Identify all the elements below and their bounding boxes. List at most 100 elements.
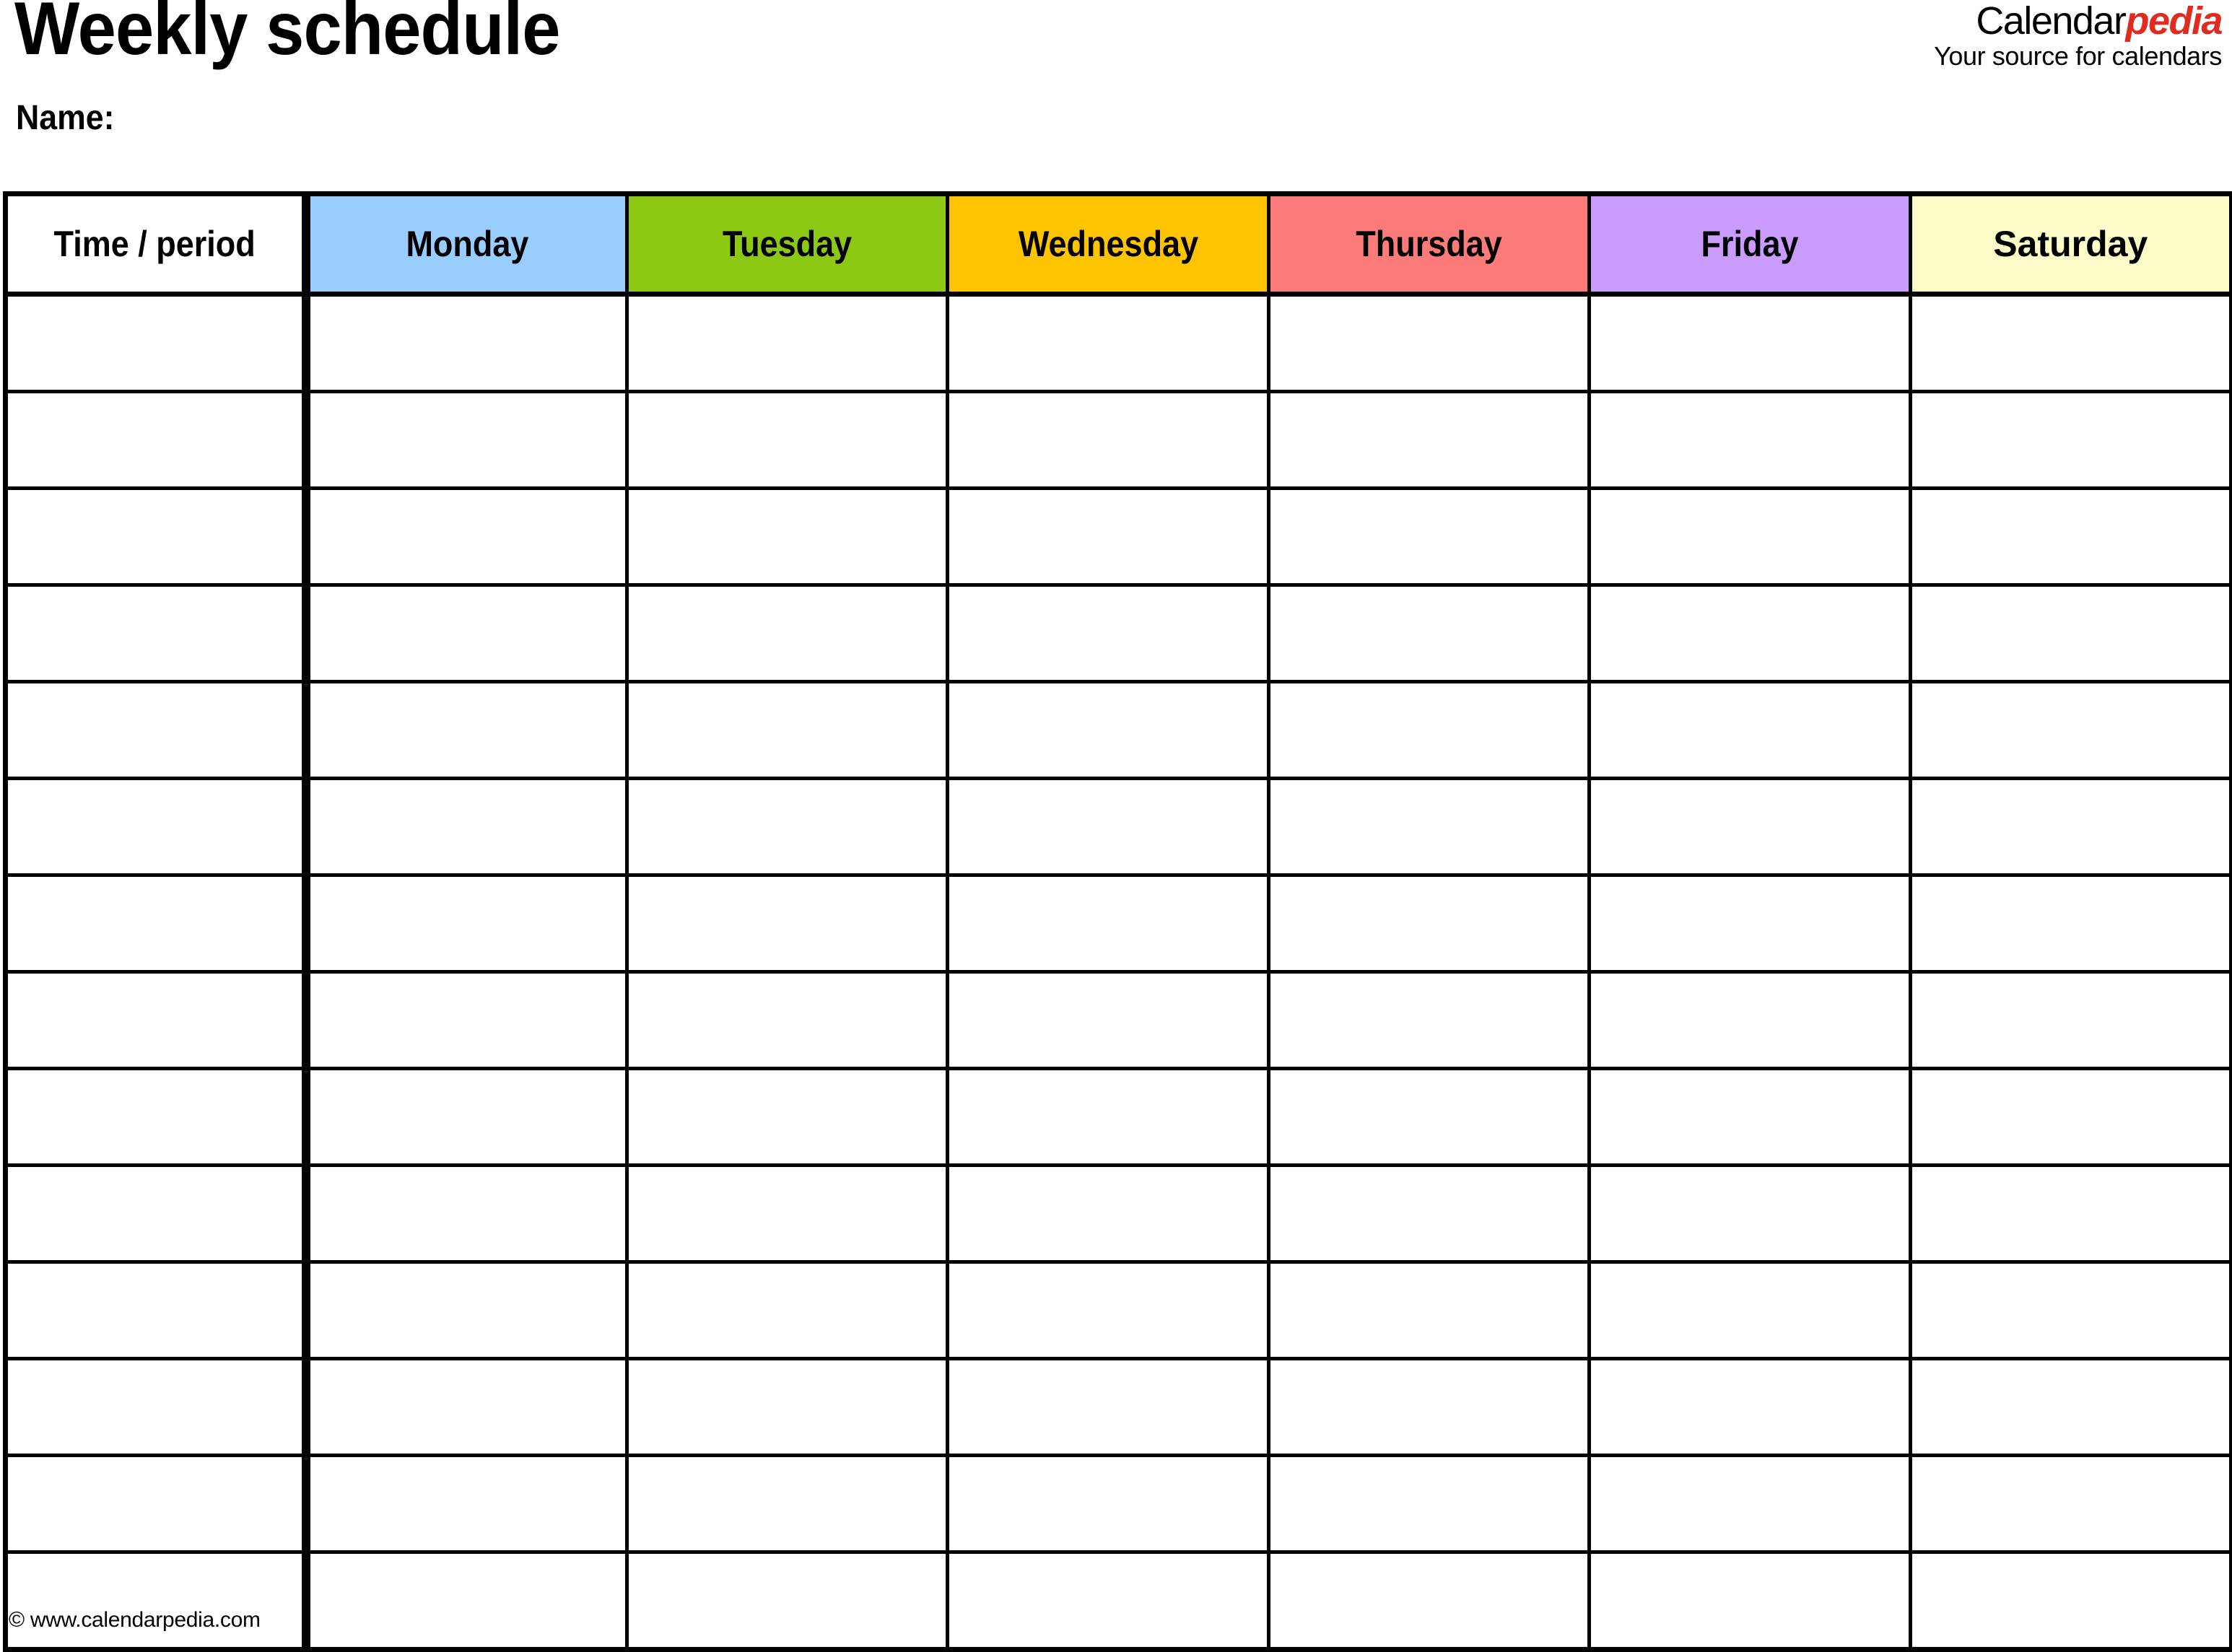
cell-wednesday[interactable] xyxy=(946,970,1270,1070)
cell-thursday[interactable] xyxy=(1266,292,1592,393)
cell-thursday[interactable] xyxy=(1266,970,1592,1070)
cell-tuesday[interactable] xyxy=(624,1260,950,1360)
cell-time[interactable] xyxy=(4,1260,310,1360)
cell-time[interactable] xyxy=(4,1163,310,1264)
cell-wednesday[interactable] xyxy=(946,390,1270,490)
cell-saturday[interactable] xyxy=(1908,680,2232,780)
cell-friday[interactable] xyxy=(1587,486,1912,587)
cell-time[interactable] xyxy=(4,1454,310,1554)
cell-time[interactable] xyxy=(4,583,310,683)
cell-monday[interactable] xyxy=(304,1260,629,1360)
cell-wednesday[interactable] xyxy=(946,1163,1270,1264)
cell-saturday[interactable] xyxy=(1908,390,2232,490)
cell-monday[interactable] xyxy=(304,292,629,393)
cell-wednesday[interactable] xyxy=(946,1550,1270,1652)
cell-wednesday[interactable] xyxy=(946,1067,1270,1167)
cell-friday[interactable] xyxy=(1587,1163,1912,1264)
cell-saturday[interactable] xyxy=(1908,486,2232,587)
cell-time[interactable] xyxy=(4,486,310,587)
cell-friday[interactable] xyxy=(1587,583,1912,683)
cell-friday[interactable] xyxy=(1587,680,1912,780)
cell-tuesday[interactable] xyxy=(624,583,950,683)
cell-friday[interactable] xyxy=(1587,1260,1912,1360)
cell-time[interactable] xyxy=(4,680,310,780)
cell-thursday[interactable] xyxy=(1266,777,1592,877)
cell-monday[interactable] xyxy=(304,390,629,490)
cell-thursday[interactable] xyxy=(1266,873,1592,974)
cell-tuesday[interactable] xyxy=(624,873,950,974)
cell-saturday[interactable] xyxy=(1908,583,2232,683)
cell-tuesday[interactable] xyxy=(624,970,950,1070)
cell-wednesday[interactable] xyxy=(946,680,1270,780)
cell-tuesday[interactable] xyxy=(624,486,950,587)
brand-name-accent: pedia xyxy=(2125,0,2223,43)
cell-tuesday[interactable] xyxy=(624,680,950,780)
cell-monday[interactable] xyxy=(304,1550,629,1652)
cell-time[interactable] xyxy=(4,777,310,877)
cell-tuesday[interactable] xyxy=(624,1163,950,1264)
cell-monday[interactable] xyxy=(304,1067,629,1167)
cell-friday[interactable] xyxy=(1587,1067,1912,1167)
cell-wednesday[interactable] xyxy=(946,486,1270,587)
cell-tuesday[interactable] xyxy=(624,1550,950,1652)
cell-friday[interactable] xyxy=(1587,1357,1912,1457)
cell-tuesday[interactable] xyxy=(624,777,950,877)
cell-wednesday[interactable] xyxy=(946,292,1270,393)
cell-saturday[interactable] xyxy=(1908,1550,2232,1652)
cell-saturday[interactable] xyxy=(1908,1067,2232,1167)
cell-thursday[interactable] xyxy=(1266,1357,1592,1457)
cell-thursday[interactable] xyxy=(1266,1454,1592,1554)
cell-thursday[interactable] xyxy=(1266,583,1592,683)
cell-time[interactable] xyxy=(4,970,310,1070)
table-row xyxy=(4,970,2232,1070)
cell-friday[interactable] xyxy=(1587,970,1912,1070)
cell-friday[interactable] xyxy=(1587,390,1912,490)
cell-tuesday[interactable] xyxy=(624,1454,950,1554)
cell-monday[interactable] xyxy=(304,1357,629,1457)
cell-wednesday[interactable] xyxy=(946,1454,1270,1554)
cell-wednesday[interactable] xyxy=(946,873,1270,974)
cell-thursday[interactable] xyxy=(1266,1067,1592,1167)
cell-tuesday[interactable] xyxy=(624,390,950,490)
cell-monday[interactable] xyxy=(304,1454,629,1554)
cell-time[interactable] xyxy=(4,1067,310,1167)
cell-monday[interactable] xyxy=(304,583,629,683)
cell-wednesday[interactable] xyxy=(946,1260,1270,1360)
cell-friday[interactable] xyxy=(1587,777,1912,877)
cell-wednesday[interactable] xyxy=(946,1357,1270,1457)
cell-time[interactable] xyxy=(4,292,310,393)
cell-monday[interactable] xyxy=(304,1163,629,1264)
cell-friday[interactable] xyxy=(1587,1454,1912,1554)
cell-time[interactable] xyxy=(4,1357,310,1457)
cell-friday[interactable] xyxy=(1587,1550,1912,1652)
cell-saturday[interactable] xyxy=(1908,1260,2232,1360)
cell-monday[interactable] xyxy=(304,970,629,1070)
cell-saturday[interactable] xyxy=(1908,1163,2232,1264)
cell-thursday[interactable] xyxy=(1266,486,1592,587)
cell-saturday[interactable] xyxy=(1908,292,2232,393)
cell-saturday[interactable] xyxy=(1908,970,2232,1070)
cell-time[interactable] xyxy=(4,873,310,974)
cell-friday[interactable] xyxy=(1587,873,1912,974)
cell-monday[interactable] xyxy=(304,680,629,780)
cell-saturday[interactable] xyxy=(1908,777,2232,877)
cell-thursday[interactable] xyxy=(1266,680,1592,780)
cell-tuesday[interactable] xyxy=(624,292,950,393)
cell-time[interactable] xyxy=(4,1550,310,1652)
cell-tuesday[interactable] xyxy=(624,1357,950,1457)
cell-monday[interactable] xyxy=(304,873,629,974)
cell-thursday[interactable] xyxy=(1266,1163,1592,1264)
cell-monday[interactable] xyxy=(304,486,629,587)
cell-thursday[interactable] xyxy=(1266,1550,1592,1652)
cell-thursday[interactable] xyxy=(1266,390,1592,490)
cell-saturday[interactable] xyxy=(1908,1357,2232,1457)
cell-time[interactable] xyxy=(4,390,310,490)
cell-wednesday[interactable] xyxy=(946,777,1270,877)
cell-saturday[interactable] xyxy=(1908,1454,2232,1554)
cell-friday[interactable] xyxy=(1587,292,1912,393)
cell-thursday[interactable] xyxy=(1266,1260,1592,1360)
cell-tuesday[interactable] xyxy=(624,1067,950,1167)
cell-wednesday[interactable] xyxy=(946,583,1270,683)
cell-saturday[interactable] xyxy=(1908,873,2232,974)
cell-monday[interactable] xyxy=(304,777,629,877)
